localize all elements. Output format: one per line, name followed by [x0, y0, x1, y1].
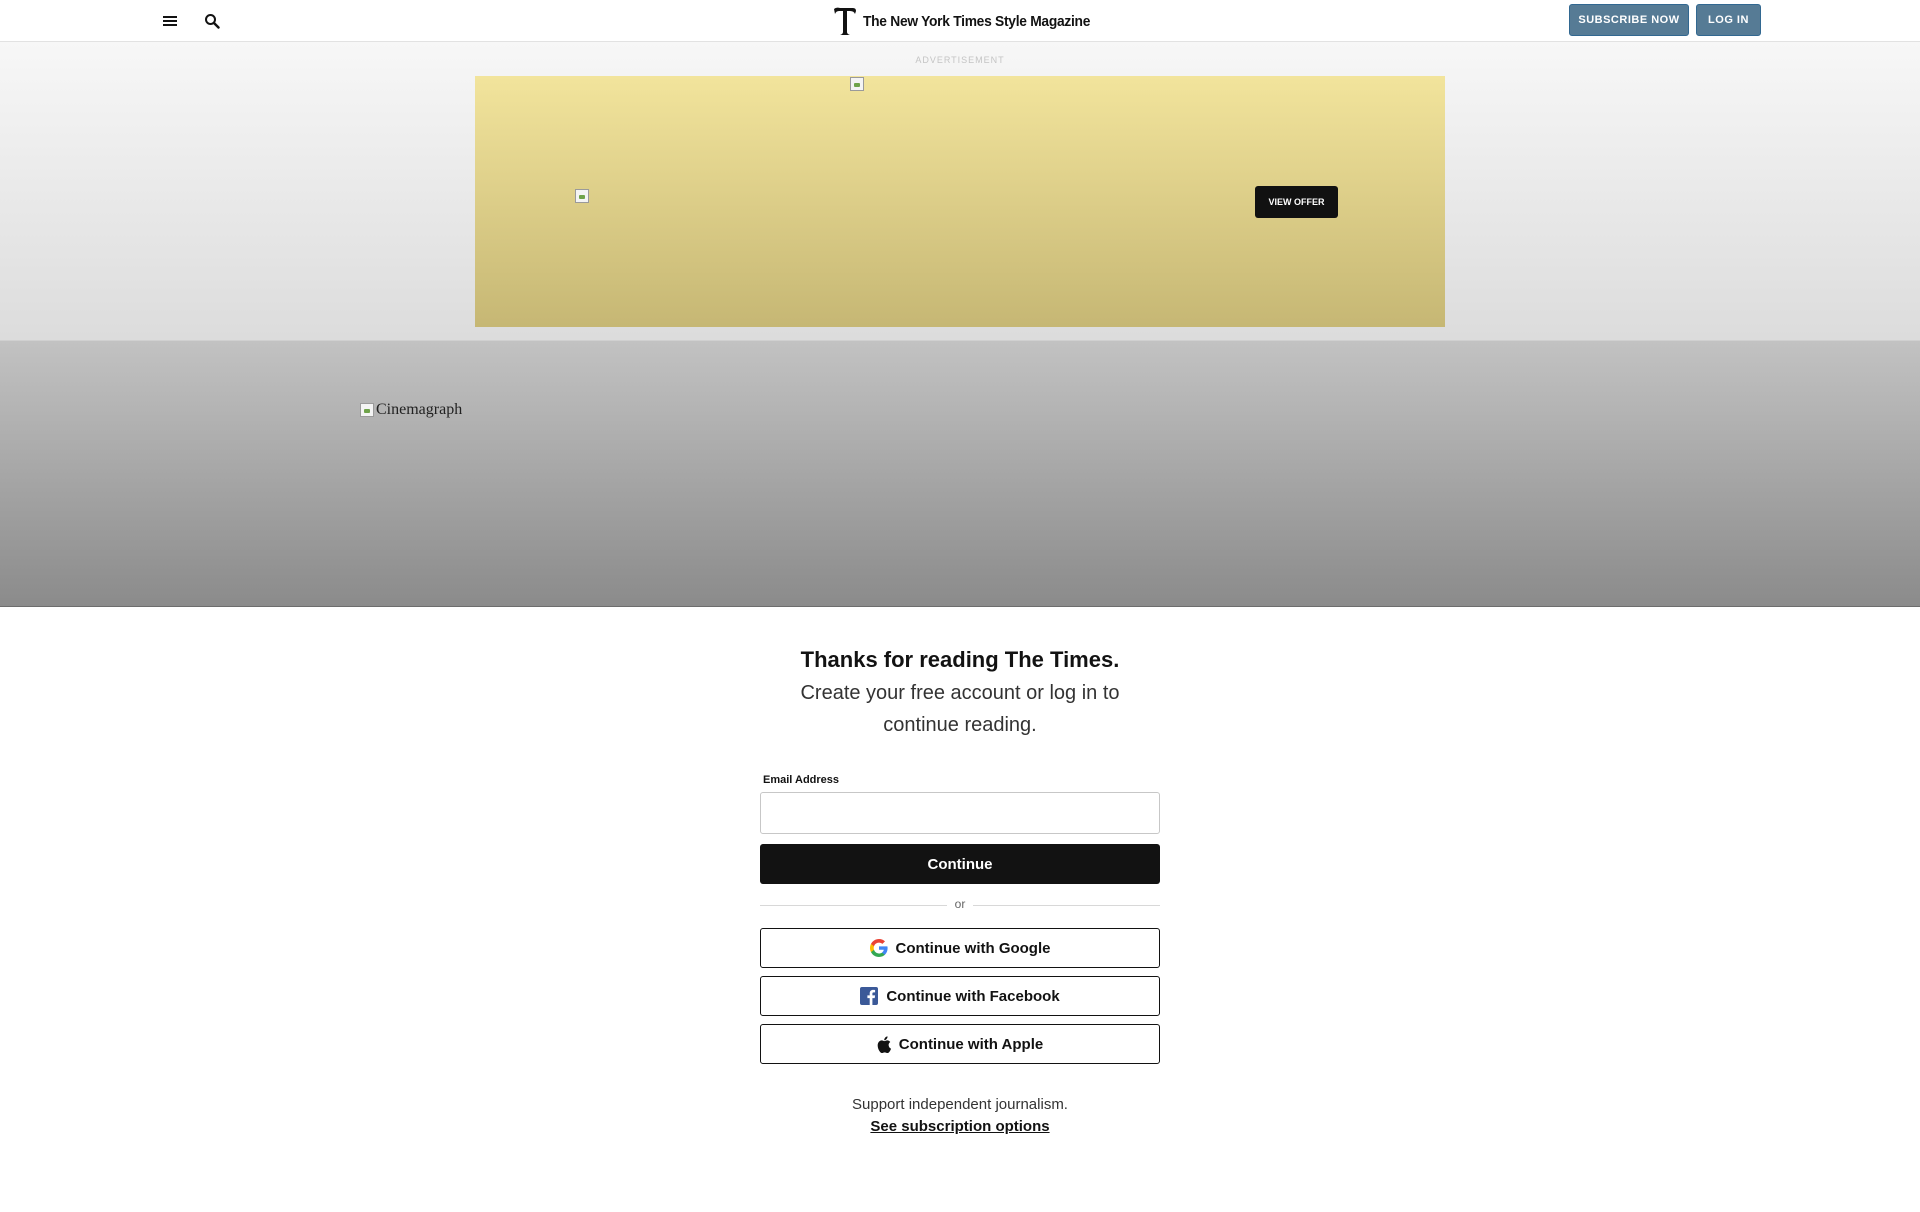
t-logo-icon [834, 7, 856, 36]
site-header: The New York Times Style Magazine SUBSCR… [0, 0, 1920, 42]
advertisement-region: ADVERTISEMENT VIEW OFFER [0, 42, 1920, 341]
or-divider: or [954, 897, 966, 911]
hamburger-menu-icon[interactable] [158, 9, 182, 33]
facebook-icon [860, 987, 879, 1005]
google-icon [869, 939, 888, 957]
support-journalism-text: Support independent journalism. [852, 1096, 1068, 1113]
continue-with-google-button[interactable]: Continue with Google [760, 928, 1160, 968]
subscribe-now-button[interactable]: SUBSCRIBE NOW [1569, 4, 1689, 36]
email-label: Email Address [763, 774, 840, 786]
log-in-button[interactable]: LOG IN [1696, 4, 1761, 36]
email-input[interactable] [760, 792, 1160, 834]
advertisement-label: ADVERTISEMENT [915, 55, 1005, 65]
view-offer-button[interactable]: VIEW OFFER [1255, 186, 1338, 218]
divider-line-left [760, 905, 947, 906]
subtitle-line-1: Create your free account or log in to [800, 682, 1120, 704]
subtitle-line-2: continue reading. [883, 714, 1037, 736]
see-subscription-options-link[interactable]: See subscription options [760, 1118, 1160, 1135]
panel-subtitle: Create your free account or log in to co… [700, 677, 1220, 741]
continue-with-facebook-button[interactable]: Continue with Facebook [760, 976, 1160, 1016]
continue-with-apple-button[interactable]: Continue with Apple [760, 1024, 1160, 1064]
continue-button[interactable]: Continue [760, 844, 1160, 884]
logo-wordmark: The New York Times Style Magazine [863, 12, 1091, 30]
apple-button-label: Continue with Apple [898, 1035, 1044, 1053]
broken-image-icon [575, 189, 589, 203]
apple-icon [877, 1035, 891, 1053]
facebook-button-label: Continue with Facebook [886, 987, 1060, 1005]
cinemagraph-image: Cinemagraph [360, 401, 462, 419]
panel-title: Thanks for reading The Times. [800, 647, 1120, 672]
google-button-label: Continue with Google [895, 939, 1051, 957]
image-alt-text: Cinemagraph [376, 401, 463, 418]
search-icon[interactable] [200, 9, 224, 33]
hero-cinemagraph: Cinemagraph [0, 341, 1920, 607]
ad-banner[interactable]: VIEW OFFER [475, 76, 1445, 327]
divider-line-right [973, 905, 1160, 906]
broken-image-icon [850, 77, 864, 91]
tmagazine-logo[interactable]: The New York Times Style Magazine [833, 5, 1110, 37]
broken-image-icon [360, 403, 374, 417]
